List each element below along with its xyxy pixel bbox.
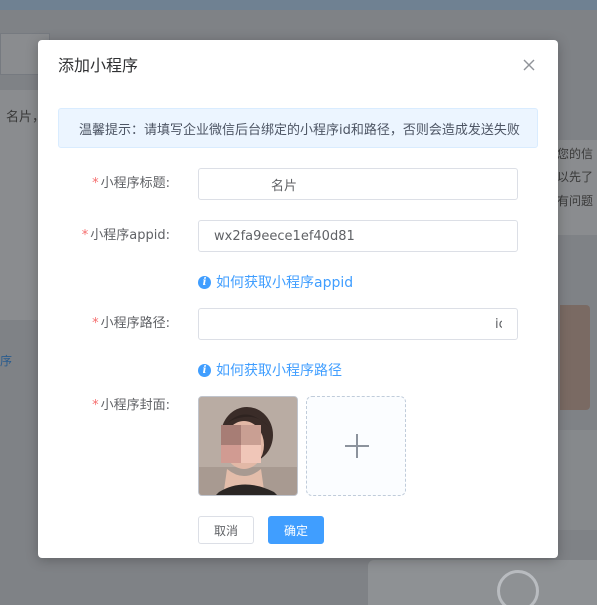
confirm-button[interactable]: 确定 xyxy=(268,516,324,544)
cover-label: * 小程序封面: xyxy=(92,398,170,413)
title-label: * 小程序标题: xyxy=(92,176,170,191)
plus-icon-vertical xyxy=(356,434,358,458)
required-mark: * xyxy=(92,398,99,413)
add-miniprogram-dialog: 添加小程序 温馨提示：请填写企业微信后台绑定的小程序id和路径，否则会造成发送失… xyxy=(38,40,558,558)
required-mark: * xyxy=(92,176,99,191)
path-help-link[interactable]: i 如何获取小程序路径 xyxy=(198,360,342,380)
cover-photo-image xyxy=(199,397,297,495)
required-mark: * xyxy=(92,316,99,331)
warning-alert: 温馨提示：请填写企业微信后台绑定的小程序id和路径，否则会造成发送失败 xyxy=(58,108,538,148)
required-mark: * xyxy=(81,228,89,243)
appid-help-link[interactable]: i 如何获取小程序appid xyxy=(198,272,353,292)
form-row-title: * 小程序标题: xyxy=(38,168,558,200)
form-row-appid: * 小程序appid: xyxy=(38,220,558,252)
title-input[interactable] xyxy=(198,168,518,200)
info-icon: i xyxy=(198,275,211,289)
background-loading-circle xyxy=(497,570,539,605)
info-icon: i xyxy=(198,363,211,377)
path-input[interactable] xyxy=(198,308,518,340)
background-topbar xyxy=(0,0,597,10)
background-strip xyxy=(556,430,597,530)
background-right-line: 有问题 xyxy=(557,194,594,208)
path-label: * 小程序路径: xyxy=(92,316,170,331)
background-bottom-card xyxy=(368,560,597,605)
appid-label: * 小程序appid: xyxy=(81,228,170,243)
cancel-button[interactable]: 取消 xyxy=(198,516,254,544)
dialog-header: 添加小程序 xyxy=(38,40,558,92)
background-right-line: 您的信 xyxy=(557,147,594,161)
close-icon[interactable] xyxy=(520,56,538,74)
path-help-text: 如何获取小程序路径 xyxy=(216,363,342,379)
dialog-title: 添加小程序 xyxy=(58,56,139,75)
form-row-path: * 小程序路径: xyxy=(38,308,558,340)
background-right-line: 以先了 xyxy=(557,170,594,184)
appid-input[interactable] xyxy=(198,220,518,252)
background-photo xyxy=(560,305,590,410)
cover-thumbnail[interactable] xyxy=(198,396,298,496)
background-left-link: 序 xyxy=(0,354,13,368)
appid-help-text: 如何获取小程序appid xyxy=(216,275,354,291)
alert-text: 温馨提示：请填写企业微信后台绑定的小程序id和路径，否则会造成发送失败 xyxy=(79,122,520,138)
cover-upload-area xyxy=(198,396,406,496)
add-cover-button[interactable] xyxy=(306,396,406,496)
